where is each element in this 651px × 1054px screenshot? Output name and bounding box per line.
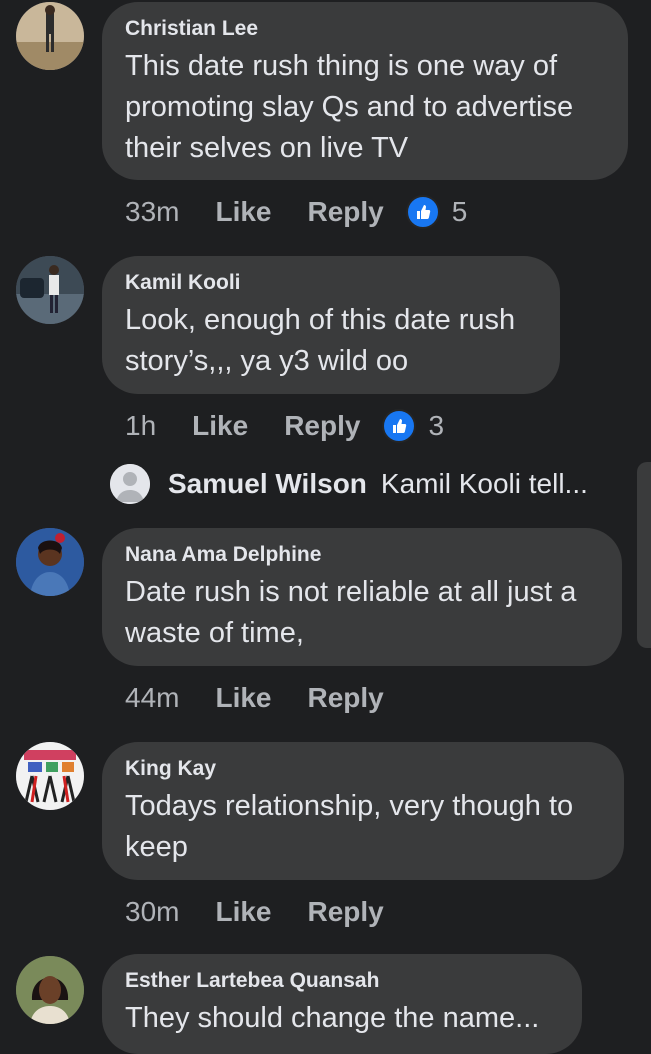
avatar[interactable] [16,742,84,810]
avatar-photo-icon [16,742,84,810]
avatar[interactable] [16,256,84,324]
thumbs-up-icon[interactable] [405,195,440,229]
avatar[interactable] [16,956,84,1024]
reply-text: Kamil Kooli tell... [380,468,588,499]
comment-text: They should change the name... [125,1002,540,1034]
avatar-photo-icon [16,256,84,324]
reply-button[interactable]: Reply [308,682,384,714]
comment-actions: 33m Like Reply 5 [125,192,467,232]
reaction-count[interactable]: 3 [428,410,444,442]
comment-author[interactable]: Esther Lartebea Quansah [125,968,558,994]
comment-time[interactable]: 44m [125,682,179,714]
like-button[interactable]: Like [215,682,271,714]
avatar[interactable] [16,2,84,70]
comment-bubble[interactable]: Nana Ama Delphine Date rush is not relia… [102,528,622,666]
reply-button[interactable]: Reply [308,896,384,928]
avatar-photo-icon [16,528,84,596]
comment-bubble[interactable]: Kamil Kooli Look, enough of this date ru… [102,256,560,394]
reply-author[interactable]: Samuel Wilson [168,468,367,500]
comment-bubble[interactable]: King Kay Todays relationship, very thoug… [102,742,624,880]
avatar-photo-icon [16,956,84,1024]
comment-actions: 44m Like Reply [125,678,406,718]
reply-button[interactable]: Reply [284,410,360,442]
reaction-count[interactable]: 5 [452,196,468,228]
comment-actions: 1h Like Reply 3 [125,406,444,446]
like-button[interactable]: Like [192,410,248,442]
comment-text: Look, enough of this date rush story’s,,… [125,304,516,377]
comment-time[interactable]: 33m [125,196,179,228]
reply-button[interactable]: Reply [308,196,384,228]
reply-preview[interactable]: Samuel Wilson Kamil Kooli tell... [110,462,588,506]
thumbs-up-icon[interactable] [382,409,417,443]
comment-bubble[interactable]: Christian Lee This date rush thing is on… [102,2,628,180]
like-button[interactable]: Like [215,196,271,228]
comment-author[interactable]: Nana Ama Delphine [125,542,598,568]
like-button[interactable]: Like [215,896,271,928]
comment-actions: 30m Like Reply [125,892,406,932]
comment-author[interactable]: Kamil Kooli [125,270,536,296]
comment-text: Date rush is not reliable at all just a … [125,576,577,649]
comment-author[interactable]: King Kay [125,756,600,782]
comment-text: This date rush thing is one way of promo… [125,50,574,164]
avatar[interactable] [16,528,84,596]
avatar-photo-icon [16,2,84,70]
comment-time[interactable]: 1h [125,410,156,442]
comment-bubble[interactable]: Esther Lartebea Quansah They should chan… [102,954,582,1054]
scrollbar[interactable] [637,462,651,648]
comment-author[interactable]: Christian Lee [125,16,604,42]
comment-time[interactable]: 30m [125,896,179,928]
comment-text: Todays relationship, very though to keep [125,790,574,863]
default-avatar-icon[interactable] [110,464,150,504]
